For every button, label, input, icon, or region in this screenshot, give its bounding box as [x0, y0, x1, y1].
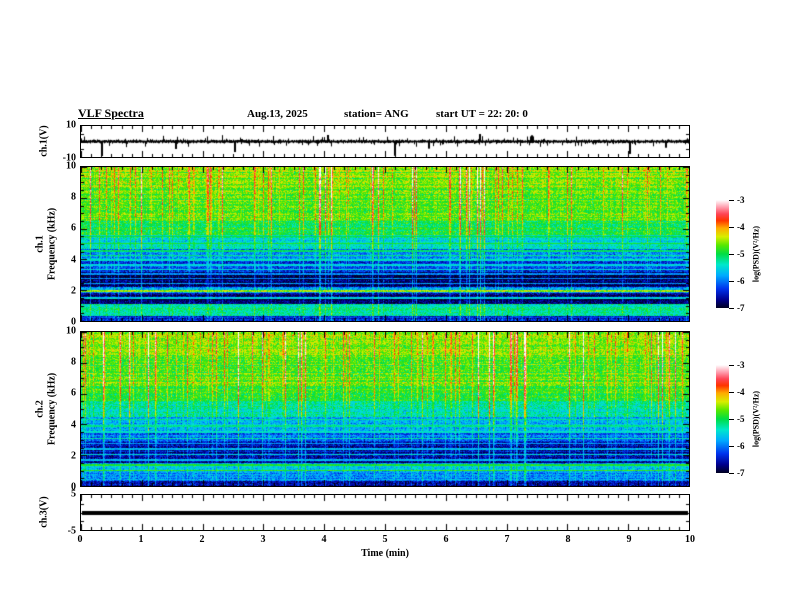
x-tick-label: 8: [565, 534, 571, 545]
colorbar-tick-label: -4: [737, 222, 745, 232]
colorbar-ch2-gradient: [716, 365, 729, 473]
colorbar-tick-label: -5: [737, 414, 745, 424]
date-text: Aug.13, 2025: [247, 108, 308, 120]
x-tick-label: 0: [77, 534, 83, 545]
y-tick-label: 6: [71, 387, 76, 399]
colorbar-tick-label: -3: [737, 360, 745, 370]
y-tick-label: 4: [71, 419, 76, 431]
ch1-waveform-canvas: [81, 126, 689, 157]
colorbar-tickmark: [729, 473, 734, 474]
y-tick-label: 5: [71, 488, 76, 500]
time-axis-label: Time (min): [361, 548, 409, 559]
start-ut-text: start UT = 22: 20: 0: [436, 108, 528, 120]
ch1-spectrogram-panel: [80, 166, 690, 322]
ch1-spec-ytick-labels: 10 8 6 4 2 0: [52, 161, 78, 328]
colorbar-tick-label: -7: [737, 468, 745, 478]
x-tick-label: 2: [199, 534, 205, 545]
y-tick-label: -5: [67, 525, 76, 537]
colorbar-tick-label: -3: [737, 195, 745, 205]
colorbar-ch1-gradient: [716, 200, 729, 308]
y-tick-label: 8: [71, 191, 76, 203]
x-tick-label: 6: [443, 534, 449, 545]
colorbar-tick-label: -7: [737, 303, 745, 313]
x-tick-label: 5: [382, 534, 388, 545]
colorbar-tickmark: [729, 365, 734, 366]
colorbar-tickmark: [729, 308, 734, 309]
ch2-spectrogram-panel: [80, 331, 690, 487]
ch1-wave-ytick-labels: 10 -10: [52, 120, 78, 164]
colorbar-tickmark: [729, 227, 734, 228]
ch1-spectrogram-canvas: [81, 167, 689, 321]
vlf-spectra-figure: VLF Spectra Aug.13, 2025 station= ANG st…: [0, 0, 792, 612]
colorbar-tickmark: [729, 392, 734, 393]
ch2-spectrogram-canvas: [81, 332, 689, 486]
x-tick-label: 7: [504, 534, 510, 545]
colorbar-tick-label: -5: [737, 249, 745, 259]
colorbar-tickmark: [729, 281, 734, 282]
station-text: station= ANG: [344, 108, 409, 120]
ch3-ytick-labels: 5 -5: [52, 489, 78, 537]
y-tick-label: 10: [66, 119, 76, 131]
colorbar-ch1: log(PSD)(V²/Hz) -3 -4 -5 -6 -7: [716, 195, 778, 313]
colorbar-ch2-label: log(PSD)(V²/Hz): [751, 390, 761, 448]
ch3-waveform-canvas: [81, 495, 689, 530]
colorbar-tickmark: [729, 446, 734, 447]
ch2-spec-ytick-labels: 10 8 6 4 2 0: [52, 326, 78, 493]
colorbar-tickmark: [729, 254, 734, 255]
page-title: VLF Spectra: [78, 106, 144, 120]
ch3-volt-axis-label: ch.3(V): [38, 496, 50, 528]
colorbar-tick-label: -4: [737, 387, 745, 397]
ch3-waveform-panel: [80, 494, 690, 531]
y-tick-label: 10: [66, 325, 76, 337]
colorbar-tick-label: -6: [737, 276, 745, 286]
x-tick-label: 4: [321, 534, 327, 545]
colorbar-tickmark: [729, 419, 734, 420]
ch2-axis-line1: ch.2: [34, 400, 46, 418]
time-tick-labels: 0 1 2 3 4 5 6 7 8 9 10: [77, 534, 696, 546]
y-tick-label: 2: [71, 450, 76, 462]
y-tick-label: 8: [71, 356, 76, 368]
colorbar-ch1-label: log(PSD)(V²/Hz): [751, 225, 761, 283]
x-tick-label: 9: [626, 534, 632, 545]
x-tick-label: 10: [685, 534, 695, 545]
colorbar-ch2: log(PSD)(V²/Hz) -3 -4 -5 -6 -7: [716, 360, 778, 478]
ch1-waveform-panel: [80, 125, 690, 158]
y-tick-label: 10: [66, 160, 76, 172]
x-tick-label: 3: [260, 534, 266, 545]
y-tick-label: 4: [71, 254, 76, 266]
x-tick-label: 1: [138, 534, 144, 545]
ch1-axis-line1: ch.1: [34, 235, 46, 253]
colorbar-tickmark: [729, 200, 734, 201]
y-tick-label: 2: [71, 285, 76, 297]
colorbar-tick-label: -6: [737, 441, 745, 451]
ch1-volt-axis-label: ch.1(V): [38, 125, 50, 157]
y-tick-label: 6: [71, 222, 76, 234]
